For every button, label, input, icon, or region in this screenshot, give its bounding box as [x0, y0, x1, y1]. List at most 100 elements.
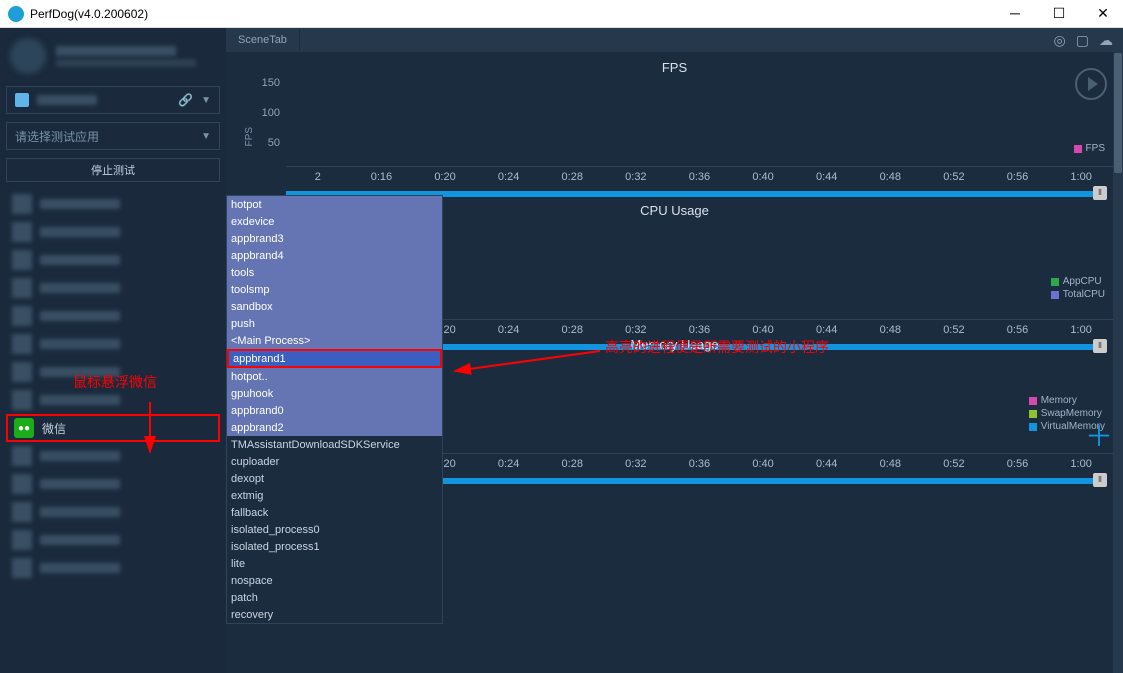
user-name	[56, 46, 176, 56]
stop-test-button[interactable]: 停止测试	[6, 158, 220, 182]
app-list-item[interactable]	[6, 554, 220, 582]
annotation-hover-wechat: 鼠标悬浮微信	[73, 372, 157, 392]
fps-time-axis: 20:160:200:240:280:320:360:400:440:480:5…	[236, 167, 1113, 197]
process-item[interactable]: tools	[227, 264, 442, 281]
wechat-label: 微信	[42, 420, 66, 437]
vertical-scrollbar[interactable]	[1113, 52, 1123, 673]
android-icon	[15, 93, 29, 107]
time-tick: 0:48	[858, 458, 922, 470]
time-tick: 0:36	[668, 458, 732, 470]
close-button[interactable]: ✕	[1091, 5, 1115, 22]
process-item[interactable]: cuploader	[227, 453, 442, 470]
device-selector[interactable]: 🔗 ▼	[6, 86, 220, 114]
app-selector[interactable]: 请选择测试应用 ▼	[6, 122, 220, 150]
time-tick: 0:20	[413, 171, 477, 183]
time-tick: 0:28	[540, 458, 604, 470]
process-list-popup: hotpotexdeviceappbrand3appbrand4toolstoo…	[226, 195, 443, 624]
scene-tab-bar: SceneTab ◎ ▢ ☁	[226, 28, 1123, 52]
process-item[interactable]: appbrand1	[227, 349, 442, 368]
time-tick: 0:52	[922, 458, 986, 470]
link-icon: 🔗	[178, 93, 193, 107]
process-item[interactable]: gpuhook	[227, 385, 442, 402]
scrollbar-thumb[interactable]	[1114, 53, 1122, 173]
folder-icon[interactable]: ▢	[1076, 32, 1089, 49]
legend-appcpu: AppCPU	[1051, 276, 1105, 287]
window-title: PerfDog(v4.0.200602)	[30, 7, 148, 21]
time-tick: 0:48	[858, 171, 922, 183]
time-tick: 0:56	[986, 458, 1050, 470]
app-list-item[interactable]	[6, 470, 220, 498]
process-item[interactable]: appbrand4	[227, 247, 442, 264]
scene-tab[interactable]: SceneTab	[226, 29, 300, 51]
cloud-icon[interactable]: ☁	[1099, 32, 1113, 49]
process-item[interactable]: TMAssistantDownloadSDKService	[227, 436, 442, 453]
app-list-item[interactable]	[6, 218, 220, 246]
process-item[interactable]: appbrand3	[227, 230, 442, 247]
time-tick: 0:52	[922, 171, 986, 183]
sidebar: 🔗 ▼ 请选择测试应用 ▼ 停止测试 ●● 微信	[0, 28, 226, 673]
legend-memory: Memory	[1029, 395, 1105, 406]
time-tick: 0:32	[604, 171, 668, 183]
time-tick: 0:44	[795, 458, 859, 470]
chevron-down-icon: ▼	[201, 95, 211, 106]
minimize-button[interactable]: ─	[1003, 5, 1027, 22]
chevron-down-icon: ▼	[201, 131, 211, 142]
process-item[interactable]: fallback	[227, 504, 442, 521]
process-item[interactable]: patch	[227, 589, 442, 606]
process-item[interactable]: dexopt	[227, 470, 442, 487]
app-icon	[8, 6, 24, 22]
app-list-item[interactable]	[6, 330, 220, 358]
wechat-icon: ●●	[14, 418, 34, 438]
process-item[interactable]: nospace	[227, 572, 442, 589]
process-item[interactable]: toolsmp	[227, 281, 442, 298]
timeline-end-icon: ⦀	[1093, 473, 1107, 487]
stop-button-label: 停止测试	[91, 162, 135, 178]
process-item[interactable]: hotpot..	[227, 368, 442, 385]
time-tick: 0:16	[350, 171, 414, 183]
process-item[interactable]: recovery	[227, 606, 442, 623]
app-list-item[interactable]	[6, 526, 220, 554]
legend-fps: FPS	[1074, 143, 1105, 154]
add-chart-button[interactable]: ＋	[1085, 415, 1113, 455]
app-list-item[interactable]	[6, 246, 220, 274]
fps-chart-title: FPS	[236, 58, 1113, 77]
time-tick: 0:40	[731, 458, 795, 470]
app-select-placeholder: 请选择测试应用	[15, 128, 201, 145]
fps-y-label: FPS	[244, 127, 255, 146]
location-icon[interactable]: ◎	[1054, 32, 1066, 49]
process-item[interactable]: lite	[227, 555, 442, 572]
process-item[interactable]: exdevice	[227, 213, 442, 230]
process-item[interactable]: isolated_process1	[227, 538, 442, 555]
process-item[interactable]: <Main Process>	[227, 332, 442, 349]
process-item[interactable]: hotpot	[227, 196, 442, 213]
time-tick: 0:56	[986, 171, 1050, 183]
time-tick: 0:24	[477, 171, 541, 183]
time-tick: 0:24	[477, 458, 541, 470]
time-tick: 1:00	[1049, 458, 1113, 470]
time-tick: 0:36	[668, 171, 732, 183]
timeline-end-icon: ⦀	[1093, 186, 1107, 200]
process-item[interactable]: extmig	[227, 487, 442, 504]
process-item[interactable]: push	[227, 315, 442, 332]
maximize-button[interactable]: ☐	[1047, 5, 1071, 22]
process-item[interactable]: sandbox	[227, 298, 442, 315]
app-list-item[interactable]	[6, 498, 220, 526]
time-tick: 0:32	[604, 458, 668, 470]
time-tick: 0:40	[731, 171, 795, 183]
fps-y-axis: 150 100 50	[236, 77, 286, 167]
app-list-item[interactable]	[6, 302, 220, 330]
legend-totalcpu: TotalCPU	[1051, 289, 1105, 300]
app-list-item[interactable]	[6, 190, 220, 218]
time-tick: 2	[286, 171, 350, 183]
window-titlebar: PerfDog(v4.0.200602) ─ ☐ ✕	[0, 0, 1123, 28]
process-item[interactable]: appbrand0	[227, 402, 442, 419]
app-list-item[interactable]	[6, 274, 220, 302]
avatar	[10, 38, 46, 74]
user-section[interactable]	[6, 34, 220, 78]
user-email	[56, 59, 196, 67]
annotation-arrow-2	[450, 346, 610, 386]
process-item[interactable]: isolated_process0	[227, 521, 442, 538]
fps-plot-area	[286, 77, 1113, 167]
process-item[interactable]: appbrand2	[227, 419, 442, 436]
annotation-arrow-1	[140, 397, 190, 467]
